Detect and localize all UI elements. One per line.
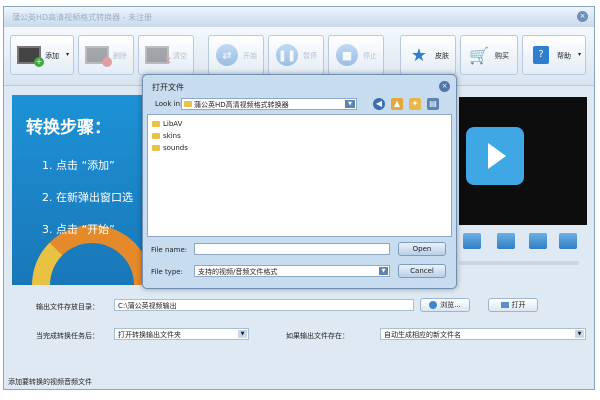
help-button[interactable]: ? 帮助 ▾ xyxy=(522,35,586,75)
steps-heading: 转换步骤： xyxy=(26,118,111,138)
pause-button[interactable]: ❚❚ 暂停 xyxy=(268,35,324,75)
volume-button[interactable] xyxy=(497,233,515,249)
list-item[interactable]: LibAV xyxy=(152,120,182,128)
player-controls xyxy=(459,233,587,253)
play-icon[interactable] xyxy=(466,127,524,185)
browse-icon xyxy=(429,301,438,309)
cancel-button[interactable]: Cancel xyxy=(398,264,446,278)
dialog-close-button[interactable]: × xyxy=(439,81,450,92)
skin-label: 皮肤 xyxy=(435,52,449,60)
new-folder-icon[interactable]: ✦ xyxy=(409,98,421,110)
start-button[interactable]: ⇄ 开始 xyxy=(208,35,264,75)
file-list[interactable]: LibAV skins sounds xyxy=(147,114,452,237)
after-complete-label: 当完成转换任务后： xyxy=(36,332,99,340)
folder-icon xyxy=(152,121,160,127)
browse-label: 浏览... xyxy=(440,301,461,309)
open-file-dialog: 打开文件 × Look in: 蒲公英HD高清视频格式转换器 ▼ ◀ ▲ ✦ ▤… xyxy=(142,74,457,289)
status-text: 添加要转换的视频音频文件 xyxy=(8,378,92,386)
open-folder-label: 打开 xyxy=(511,301,526,309)
add-label: 添加 xyxy=(45,52,59,60)
browse-button[interactable]: 浏览... xyxy=(420,298,470,312)
look-in-value: 蒲公英HD高清视频格式转换器 xyxy=(194,101,289,109)
status-bar: 添加要转换的视频音频文件 xyxy=(4,377,594,391)
file-type-select[interactable]: 支持的视频/音频文件格式 ▼ xyxy=(194,265,390,277)
conversion-steps-panel: 转换步骤： 1. 点击 “添加” 2. 在新弹出窗口选 3. 点击 “开始” xyxy=(12,95,152,285)
chevron-down-icon: ▾ xyxy=(577,51,581,58)
after-complete-select[interactable]: 打开转换输出文件夹 ▼ xyxy=(114,328,249,340)
file-exists-select[interactable]: 自动生成相应的新文件名 ▼ xyxy=(380,328,586,340)
folder-icon xyxy=(184,101,192,107)
clear-button[interactable]: ✕ 清空 xyxy=(138,35,194,75)
output-dir-field[interactable]: C:\蒲公英视频输出 xyxy=(114,299,414,311)
chevron-down-icon: ▼ xyxy=(238,330,247,338)
pause-icon: ❚❚ xyxy=(274,44,300,66)
buy-label: 购买 xyxy=(495,52,509,60)
help-label: 帮助 xyxy=(557,52,571,60)
help-icon: ? xyxy=(528,44,554,66)
folder-name: skins xyxy=(163,132,181,140)
look-in-select[interactable]: 蒲公英HD高清视频格式转换器 ▼ xyxy=(181,98,357,110)
film-add-icon: + xyxy=(16,44,44,67)
buy-button[interactable]: 🛒 购买 xyxy=(460,35,518,75)
file-name-label: File name: xyxy=(151,246,188,254)
chevron-down-icon: ▾ xyxy=(65,51,69,58)
folder-name: LibAV xyxy=(163,120,183,128)
star-icon: ★ xyxy=(410,44,428,66)
open-button[interactable]: Open xyxy=(398,242,446,256)
folder-name: sounds xyxy=(163,144,188,152)
list-item[interactable]: sounds xyxy=(152,144,188,152)
step-3-text: 3. 点击 “开始” xyxy=(42,223,115,236)
file-name-input[interactable] xyxy=(194,243,390,255)
open-folder-button[interactable]: 打开 xyxy=(488,298,538,312)
skin-button[interactable]: ★ 皮肤 xyxy=(400,35,456,75)
start-label: 开始 xyxy=(243,52,257,60)
film-delete-icon xyxy=(84,44,112,67)
window-close-button[interactable]: × xyxy=(577,11,588,22)
folder-button[interactable] xyxy=(529,233,547,249)
file-exists-value: 自动生成相应的新文件名 xyxy=(384,331,461,339)
folder-icon xyxy=(152,145,160,151)
folder-icon xyxy=(152,133,160,139)
look-in-label: Look in: xyxy=(155,100,183,108)
file-type-label: File type: xyxy=(151,268,183,276)
delete-button[interactable]: 删除 xyxy=(78,35,134,75)
title-bar: 蒲公英HD高清视频格式转换器 - 未注册 × xyxy=(4,7,594,28)
fullscreen-button[interactable] xyxy=(559,233,577,249)
shuffle-icon: ⇄ xyxy=(214,44,240,66)
film-clear-icon: ✕ xyxy=(144,44,172,67)
step-1-text: 1. 点击 “添加” xyxy=(42,159,115,172)
cart-icon: 🛒 xyxy=(469,45,489,65)
view-menu-icon[interactable]: ▤ xyxy=(427,98,439,110)
delete-label: 删除 xyxy=(113,52,127,60)
volume-slider[interactable] xyxy=(459,261,579,265)
file-type-value: 支持的视频/音频文件格式 xyxy=(198,268,278,276)
file-exists-label: 如果输出文件存在： xyxy=(286,332,349,340)
chevron-down-icon: ▼ xyxy=(575,330,584,338)
list-item[interactable]: skins xyxy=(152,132,181,140)
pause-label: 暂停 xyxy=(303,52,317,60)
dialog-title: 打开文件 xyxy=(152,83,184,92)
add-button[interactable]: + 添加 ▾ xyxy=(10,35,74,75)
stop-icon: ■ xyxy=(334,44,360,66)
folder-open-icon xyxy=(500,302,509,308)
chevron-down-icon: ▼ xyxy=(345,100,355,108)
stop-label: 停止 xyxy=(363,52,377,60)
chevron-down-icon: ▼ xyxy=(379,267,388,275)
output-dir-label: 输出文件存放目录： xyxy=(36,303,99,311)
up-folder-icon[interactable]: ▲ xyxy=(391,98,403,110)
screenshot-button[interactable] xyxy=(463,233,481,249)
after-complete-value: 打开转换输出文件夹 xyxy=(118,331,181,339)
clear-label: 清空 xyxy=(173,52,187,60)
step-2-text: 2. 在新弹出窗口选 xyxy=(42,191,133,204)
back-icon[interactable]: ◀ xyxy=(373,98,385,110)
stop-button[interactable]: ■ 停止 xyxy=(328,35,384,75)
window-title: 蒲公英HD高清视频格式转换器 - 未注册 xyxy=(12,13,153,22)
